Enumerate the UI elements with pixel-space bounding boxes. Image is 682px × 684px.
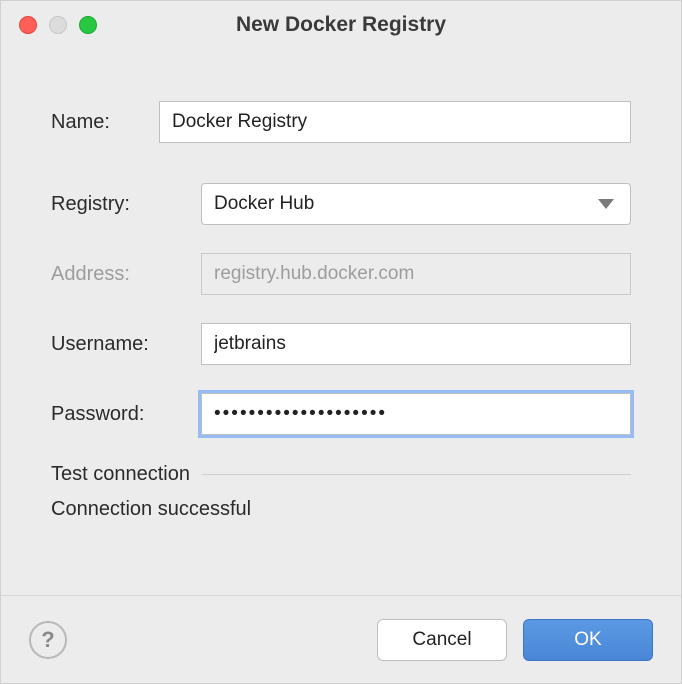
cancel-button[interactable]: Cancel	[377, 619, 507, 661]
titlebar: New Docker Registry	[1, 1, 681, 49]
username-input[interactable]	[201, 323, 631, 365]
close-icon[interactable]	[19, 16, 37, 34]
address-value: registry.hub.docker.com	[214, 263, 414, 285]
address-label: Address:	[51, 263, 201, 286]
help-icon: ?	[41, 627, 54, 653]
connection-status: Connection successful	[51, 498, 631, 521]
dialog-content: Name: Registry: Docker Hub Address: regi	[1, 49, 681, 595]
username-label: Username:	[51, 333, 201, 356]
registry-select-value: Docker Hub	[214, 193, 314, 215]
row-username: Username:	[51, 323, 631, 365]
dialog-title: New Docker Registry	[1, 13, 681, 37]
test-section: Test connection Connection successful	[51, 463, 631, 521]
password-input[interactable]	[201, 393, 631, 435]
chevron-down-icon	[598, 199, 614, 209]
address-input: registry.hub.docker.com	[201, 253, 631, 295]
password-label: Password:	[51, 403, 201, 426]
test-connection-link[interactable]: Test connection	[51, 463, 190, 486]
ok-button[interactable]: OK	[523, 619, 653, 661]
row-registry: Registry: Docker Hub	[51, 183, 631, 225]
minimize-icon	[49, 16, 67, 34]
dialog-footer: ? Cancel OK	[1, 595, 681, 683]
row-password: Password:	[51, 393, 631, 435]
registry-label: Registry:	[51, 193, 201, 216]
registry-select[interactable]: Docker Hub	[201, 183, 631, 225]
divider	[202, 474, 631, 475]
help-button[interactable]: ?	[29, 621, 67, 659]
row-name: Name:	[51, 101, 631, 143]
row-address: Address: registry.hub.docker.com	[51, 253, 631, 295]
traffic-lights	[19, 16, 97, 34]
zoom-icon[interactable]	[79, 16, 97, 34]
name-input[interactable]	[159, 101, 631, 143]
dialog-window: New Docker Registry Name: Registry: Dock…	[0, 0, 682, 684]
